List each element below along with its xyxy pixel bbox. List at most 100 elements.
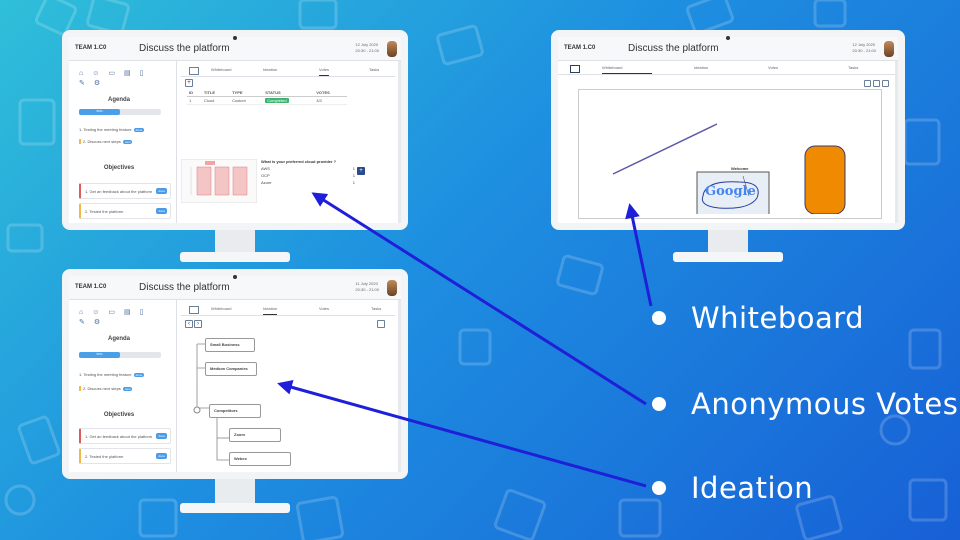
team-name: TEAM 1.C0 — [75, 45, 107, 51]
agenda-progress: 50% — [79, 352, 161, 358]
scrollbar[interactable] — [398, 300, 401, 472]
add-poll-button[interactable]: + — [357, 167, 365, 175]
trash-icon[interactable] — [377, 320, 385, 328]
zoom-out-icon[interactable] — [864, 80, 871, 87]
avatar[interactable] — [387, 280, 397, 296]
agenda-item[interactable]: 1. Testing the meeting feature done — [79, 372, 145, 377]
sidebar-icons[interactable]: ⌂☺▭▤▯ — [79, 69, 152, 77]
done-button[interactable]: done — [156, 188, 167, 194]
meeting-datetime: 12 July 2020 20:30 - 21:00 — [852, 42, 876, 53]
back-button[interactable] — [570, 65, 580, 73]
poll-card: What is your preferred cloud provider ? … — [261, 159, 355, 203]
votes-screen: TEAM 1.C0 Discuss the platform 12 July 2… — [62, 30, 408, 230]
table-row[interactable]: 1 Cloud Custom Completed 3/3 — [187, 96, 347, 105]
tab-ideation[interactable]: Ideation — [263, 306, 278, 315]
bullet-ideation: Ideation — [691, 471, 814, 505]
tab-bar: Whiteboard Ideation Votes Tasks — [181, 304, 395, 316]
avatar[interactable] — [387, 41, 397, 57]
notebook-doodle — [18, 98, 56, 146]
ideation-screen: TEAM 1.C0 Discuss the platform 11 July 2… — [62, 269, 408, 479]
tab-ideation[interactable]: Ideation — [263, 67, 277, 72]
bullet-dot — [652, 397, 666, 411]
meeting-topic: Discuss the platform — [139, 43, 230, 54]
bullet-dot — [652, 311, 666, 325]
camera — [233, 36, 237, 40]
done-button[interactable]: done — [156, 433, 167, 439]
poll-option[interactable]: Azure 1 — [261, 180, 355, 185]
done-button[interactable]: done — [156, 208, 167, 214]
tab-whiteboard[interactable]: Whiteboard — [602, 65, 653, 74]
zoom-in-icon[interactable] — [873, 80, 880, 87]
objective-item[interactable]: 1. Get an feedback about the platform don… — [79, 428, 171, 444]
idea-node[interactable]: Small Business — [205, 338, 255, 352]
back-button[interactable] — [189, 67, 199, 75]
add-vote-button[interactable]: + — [185, 79, 193, 87]
idea-node[interactable]: Webex — [229, 452, 291, 466]
sidebar-icons-row2[interactable]: ✎⚙ — [79, 79, 109, 87]
agenda-progress: 50% — [79, 109, 161, 115]
zoom-out-icon[interactable]: ‹ — [185, 320, 193, 328]
camera — [726, 36, 730, 40]
idea-node[interactable]: Competitors — [209, 404, 261, 418]
zoom-in-icon[interactable]: › — [194, 320, 202, 328]
tab-tasks[interactable]: Tasks — [848, 65, 858, 70]
app-header: TEAM 1.C0 Discuss the platform 11 July 2… — [69, 276, 401, 300]
monitor-neck — [708, 230, 748, 254]
tab-bar: Whiteboard Ideation Votes Tasks — [558, 63, 898, 75]
meeting-topic: Discuss the platform — [628, 43, 719, 54]
whiteboard-note: Welcome — [731, 166, 749, 171]
team-name: TEAM 1.C0 — [75, 284, 107, 290]
objective-item[interactable]: 2. Tested the platform done — [79, 203, 171, 219]
votes-table: ID TITLE TYPE STATUS VOTES 1 Cloud Custom Compl… — [187, 89, 347, 105]
tab-votes[interactable]: Votes — [768, 65, 778, 70]
agenda-title: Agenda — [107, 336, 130, 342]
scrollbar[interactable] — [398, 61, 401, 223]
trash-icon[interactable] — [882, 80, 889, 87]
poll-option[interactable]: GCP 1 — [261, 173, 355, 178]
tab-whiteboard[interactable]: Whiteboard — [211, 306, 231, 311]
poll-option[interactable]: AWS 1 — [261, 166, 355, 171]
idea-node[interactable]: Medium Companies — [205, 362, 257, 376]
progress-fill: 50% — [79, 109, 120, 115]
tab-tasks[interactable]: Tasks — [369, 67, 379, 72]
sidebar: ⌂☺▭▤▯ ✎⚙ Agenda 50% 1. Testing the meeti… — [69, 61, 177, 223]
monitor-base — [673, 252, 783, 262]
monitor-whiteboard: TEAM 1.C0 Discuss the platform 12 July 2… — [551, 30, 905, 270]
sidebar-icons[interactable]: ⌂☺▭▤▯ — [79, 308, 152, 316]
whiteboard-canvas[interactable]: Google Welcome — [578, 89, 882, 219]
agenda-item[interactable]: 2. Discuss next steps next — [79, 386, 133, 391]
tab-tasks[interactable]: Tasks — [371, 306, 381, 311]
tab-whiteboard[interactable]: Whiteboard — [211, 67, 231, 72]
done-button[interactable]: done — [156, 453, 167, 459]
monitor-base — [180, 503, 290, 513]
back-button[interactable] — [189, 306, 199, 314]
objective-item[interactable]: 1. Get an feedback about the platform don… — [79, 183, 171, 199]
status-badge: Completed — [265, 98, 289, 103]
app-header: TEAM 1.C0 Discuss the platform 12 July 2… — [69, 37, 401, 61]
agenda-item[interactable]: 1. Testing the meeting feature done — [79, 127, 145, 132]
agenda-item[interactable]: 2. Discuss next steps next — [79, 139, 133, 144]
votes-chart — [181, 159, 257, 203]
monitor-votes: TEAM 1.C0 Discuss the platform 12 July 2… — [62, 30, 408, 270]
whiteboard-screen: TEAM 1.C0 Discuss the platform 12 July 2… — [551, 30, 905, 230]
tab-votes[interactable]: Votes — [319, 67, 330, 76]
agenda-title: Agenda — [107, 97, 130, 103]
progress-fill: 50% — [79, 352, 120, 358]
monitor-neck — [215, 230, 255, 254]
scrollbar[interactable] — [895, 61, 898, 223]
avatar[interactable] — [884, 41, 894, 57]
tab-votes[interactable]: Votes — [319, 306, 329, 311]
poll-question: What is your preferred cloud provider ? — [261, 159, 337, 164]
app-header: TEAM 1.C0 Discuss the platform 12 July 2… — [558, 37, 898, 61]
monitor-base — [180, 252, 290, 262]
main-panel: Whiteboard Ideation Votes Tasks + ID TITL… — [181, 61, 395, 223]
tab-ideation[interactable]: Ideation — [694, 65, 708, 70]
objective-item[interactable]: 2. Tested the platform done — [79, 448, 171, 464]
objectives-title: Objectives — [103, 165, 135, 171]
monitor-ideation: TEAM 1.C0 Discuss the platform 11 July 2… — [62, 269, 408, 524]
camera — [233, 275, 237, 279]
main-panel: Whiteboard Ideation Votes Tasks ‹ › Smal… — [181, 300, 395, 472]
idea-node[interactable]: Zoom — [229, 428, 281, 442]
meeting-datetime: 12 July 2020 20:30 - 21:00 — [355, 42, 379, 53]
sidebar-icons-row2[interactable]: ✎⚙ — [79, 318, 109, 326]
